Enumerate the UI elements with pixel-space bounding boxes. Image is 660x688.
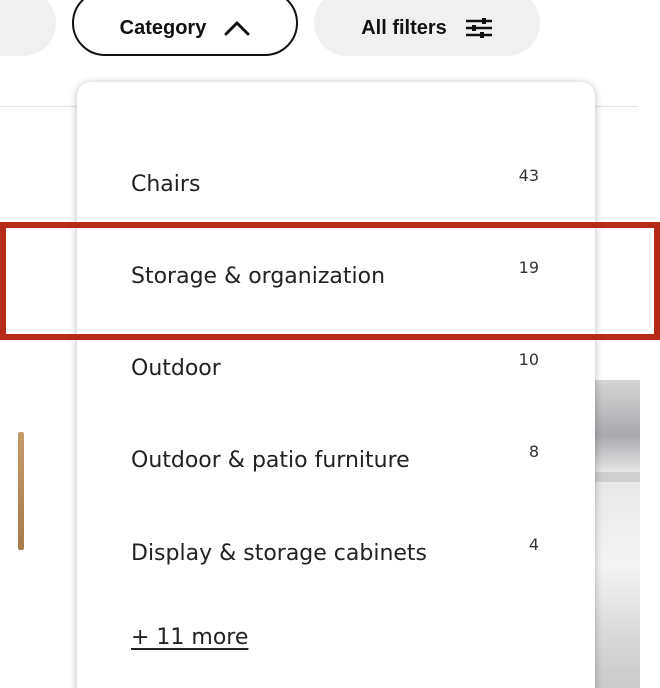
all-filters-label: All filters — [361, 16, 447, 39]
background-product-image-left — [18, 432, 24, 550]
category-option-chairs[interactable]: Chairs 43 — [131, 164, 539, 204]
chevron-up-icon — [224, 20, 250, 36]
all-filters-button[interactable]: All filters — [314, 0, 540, 56]
option-count: 8 — [528, 442, 539, 461]
category-option-outdoor[interactable]: Outdoor 10 — [131, 348, 539, 388]
option-count: 4 — [528, 535, 539, 554]
page: Category All filters Chairs 43 Storage &… — [0, 0, 660, 688]
sliders-icon — [465, 17, 493, 39]
filter-pill-partial[interactable] — [0, 0, 56, 56]
option-label: Outdoor — [131, 355, 221, 381]
background-product-image-right — [592, 380, 640, 688]
category-option-display-storage-cabinets[interactable]: Display & storage cabinets 4 — [131, 533, 539, 573]
option-count: 19 — [518, 258, 539, 277]
category-filter-button[interactable]: Category — [72, 0, 298, 56]
option-label: Chairs — [131, 171, 201, 197]
category-filter-label: Category — [119, 16, 207, 39]
category-option-outdoor-patio-furniture[interactable]: Outdoor & patio furniture 8 — [131, 440, 539, 480]
show-more-link[interactable]: + 11 more — [131, 625, 248, 650]
category-option-storage-organization[interactable]: Storage & organization 19 — [131, 256, 539, 296]
option-label: Storage & organization — [131, 263, 386, 289]
option-count: 43 — [518, 166, 539, 185]
background-image-band — [592, 472, 640, 482]
option-count: 10 — [518, 350, 539, 369]
option-label: Outdoor & patio furniture — [131, 447, 410, 473]
category-dropdown-panel: Chairs 43 Storage & organization 19 Outd… — [77, 82, 595, 688]
option-label: Display & storage cabinets — [131, 540, 428, 566]
